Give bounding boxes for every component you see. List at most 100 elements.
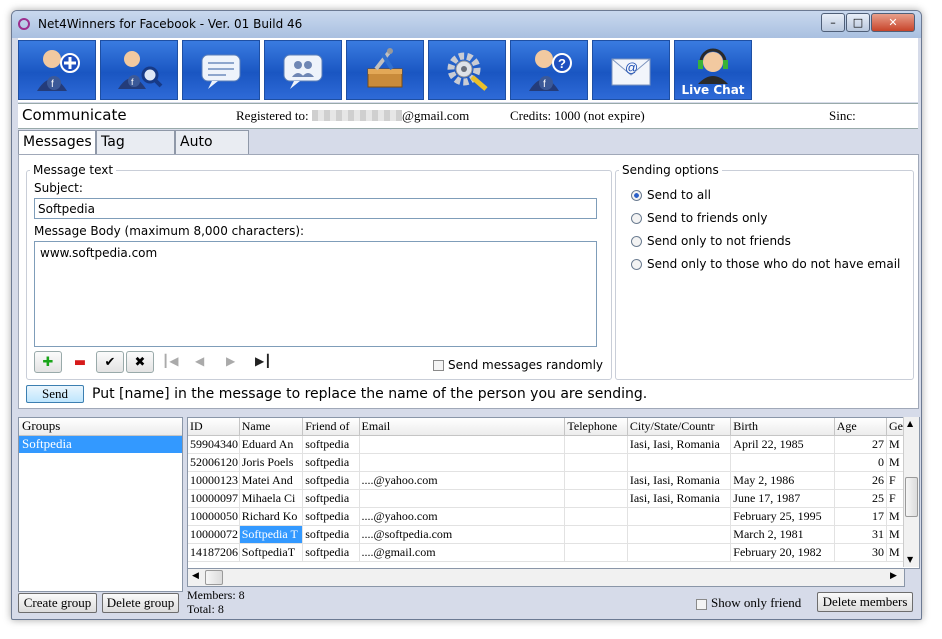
column-header[interactable]: Birth bbox=[730, 418, 835, 436]
minimize-button[interactable]: – bbox=[821, 13, 845, 32]
table-cell[interactable] bbox=[564, 543, 628, 562]
column-header[interactable]: Email bbox=[359, 418, 566, 436]
first-record-icon[interactable]: ┃◀ bbox=[162, 354, 178, 368]
table-cell[interactable]: 30 bbox=[834, 543, 887, 562]
table-cell[interactable]: Mihaela Ci bbox=[239, 489, 304, 508]
table-cell[interactable]: 10000050 bbox=[188, 507, 240, 526]
table-cell[interactable]: 10000072 bbox=[188, 525, 240, 544]
table-cell[interactable]: softpedia bbox=[302, 543, 360, 562]
table-cell[interactable]: Iasi, Iasi, Romania bbox=[627, 489, 732, 508]
table-cell[interactable]: 27 bbox=[834, 435, 887, 454]
table-cell[interactable]: softpedia bbox=[302, 435, 360, 454]
table-cell[interactable] bbox=[730, 453, 835, 472]
table-cell[interactable]: softpedia bbox=[302, 525, 360, 544]
table-row[interactable]: 10000097 Mihaela Ci softpedia Iasi, Iasi, R… bbox=[188, 489, 919, 508]
checkbox-box[interactable] bbox=[433, 360, 444, 371]
table-cell[interactable]: February 20, 1982 bbox=[730, 543, 835, 562]
table-cell[interactable]: ....@softpedia.com bbox=[359, 525, 566, 544]
table-cell[interactable]: softpedia bbox=[302, 507, 360, 526]
table-cell[interactable]: March 2, 1981 bbox=[730, 525, 835, 544]
column-header[interactable]: Friend of bbox=[302, 418, 360, 436]
radio-not-friends[interactable]: Send only to not friends bbox=[631, 234, 791, 248]
help-button[interactable]: f? bbox=[510, 40, 588, 100]
table-cell[interactable]: ....@gmail.com bbox=[359, 543, 566, 562]
table-cell[interactable]: 26 bbox=[834, 471, 887, 490]
table-cell[interactable]: June 17, 1987 bbox=[730, 489, 835, 508]
table-cell[interactable]: Iasi, Iasi, Romania bbox=[627, 471, 732, 490]
horizontal-scroll-thumb[interactable] bbox=[205, 570, 223, 585]
table-cell[interactable] bbox=[564, 471, 628, 490]
table-cell[interactable] bbox=[564, 435, 628, 454]
radio-button[interactable] bbox=[631, 189, 642, 201]
live-chat-button[interactable]: Live Chat bbox=[674, 40, 752, 100]
table-cell[interactable]: 0 bbox=[834, 453, 887, 472]
table-cell[interactable]: Matei And bbox=[239, 471, 304, 490]
confirm-button[interactable]: ✔ bbox=[96, 351, 124, 373]
add-user-button[interactable]: f bbox=[18, 40, 96, 100]
table-cell[interactable]: ....@yahoo.com bbox=[359, 471, 566, 490]
table-row[interactable]: 10000072 Softpedia Tsoftpedia ....@softped… bbox=[188, 525, 919, 544]
table-cell[interactable]: 10000123 bbox=[188, 471, 240, 490]
column-header[interactable]: City/State/Countr bbox=[627, 418, 732, 436]
remove-button[interactable]: ▬ bbox=[66, 351, 94, 373]
table-cell[interactable] bbox=[564, 525, 628, 544]
table-cell[interactable]: ....@yahoo.com bbox=[359, 507, 566, 526]
message-button[interactable] bbox=[182, 40, 260, 100]
table-row[interactable]: 14187206 SoftpediaT softpedia ....@gmail.co… bbox=[188, 543, 919, 562]
vertical-scroll-thumb[interactable] bbox=[905, 477, 918, 517]
tab-messages[interactable]: Messages bbox=[18, 130, 96, 155]
maximize-button[interactable]: □ bbox=[846, 13, 870, 32]
table-cell[interactable]: February 25, 1995 bbox=[730, 507, 835, 526]
table-cell[interactable] bbox=[564, 507, 628, 526]
cancel-button[interactable]: ✖ bbox=[126, 351, 154, 373]
table-cell[interactable] bbox=[359, 435, 566, 454]
grid-vertical-scrollbar[interactable]: ▲ ▼ bbox=[903, 417, 919, 567]
table-cell[interactable]: Softpedia T bbox=[239, 525, 304, 544]
table-cell[interactable] bbox=[359, 453, 566, 472]
table-cell[interactable]: April 22, 1985 bbox=[730, 435, 835, 454]
column-header[interactable]: ID bbox=[188, 418, 240, 436]
search-user-button[interactable]: f bbox=[100, 40, 178, 100]
table-cell[interactable] bbox=[627, 525, 732, 544]
scroll-up-icon[interactable]: ▲ bbox=[907, 419, 913, 428]
subject-input[interactable]: Softpedia bbox=[34, 198, 597, 219]
column-header[interactable]: Name bbox=[239, 418, 304, 436]
next-record-icon[interactable]: ▶ bbox=[226, 354, 235, 368]
close-button[interactable]: ✕ bbox=[871, 13, 915, 32]
radio-no-email[interactable]: Send only to those who do not have email bbox=[631, 257, 900, 271]
table-cell[interactable] bbox=[627, 507, 732, 526]
table-cell[interactable]: 52006120 bbox=[188, 453, 240, 472]
table-cell[interactable]: Joris Poels bbox=[239, 453, 304, 472]
scroll-right-icon[interactable]: ▶ bbox=[890, 571, 897, 581]
table-row[interactable]: 10000050 Richard Ko softpedia ....@yahoo.co… bbox=[188, 507, 919, 526]
add-button[interactable]: ✚ bbox=[34, 351, 62, 373]
table-cell[interactable]: SoftpediaT bbox=[239, 543, 304, 562]
create-group-button[interactable]: Create group bbox=[18, 593, 97, 613]
table-cell[interactable]: 10000097 bbox=[188, 489, 240, 508]
table-cell[interactable] bbox=[564, 489, 628, 508]
group-item-softpedia[interactable]: Softpedia bbox=[19, 436, 182, 453]
table-row[interactable]: 52006120 Joris Poels softpedia 0 M bbox=[188, 453, 919, 472]
column-header[interactable]: Telephone bbox=[564, 418, 628, 436]
settings-button[interactable] bbox=[428, 40, 506, 100]
table-row[interactable]: 10000123 Matei And softpedia ....@yahoo.com… bbox=[188, 471, 919, 490]
radio-send-to-all[interactable]: Send to all bbox=[631, 188, 711, 202]
table-cell[interactable]: 25 bbox=[834, 489, 887, 508]
radio-friends-only[interactable]: Send to friends only bbox=[631, 211, 767, 225]
table-cell[interactable]: 59904340 bbox=[188, 435, 240, 454]
send-button[interactable]: Send bbox=[26, 385, 84, 403]
table-cell[interactable]: Eduard An bbox=[239, 435, 304, 454]
radio-button[interactable] bbox=[631, 235, 642, 247]
email-button[interactable]: @ bbox=[592, 40, 670, 100]
table-cell[interactable]: softpedia bbox=[302, 471, 360, 490]
table-cell[interactable]: 14187206 bbox=[188, 543, 240, 562]
table-cell[interactable] bbox=[359, 489, 566, 508]
prev-record-icon[interactable]: ◀ bbox=[195, 354, 204, 368]
tools-button[interactable] bbox=[346, 40, 424, 100]
tab-auto-post[interactable]: Auto Post bbox=[175, 130, 249, 173]
table-cell[interactable]: May 2, 1986 bbox=[730, 471, 835, 490]
tab-tag-image[interactable]: Tag image bbox=[96, 130, 175, 173]
last-record-icon[interactable]: ▶┃ bbox=[255, 354, 271, 368]
scroll-down-icon[interactable]: ▼ bbox=[907, 555, 913, 564]
scroll-left-icon[interactable]: ◀ bbox=[192, 571, 199, 581]
